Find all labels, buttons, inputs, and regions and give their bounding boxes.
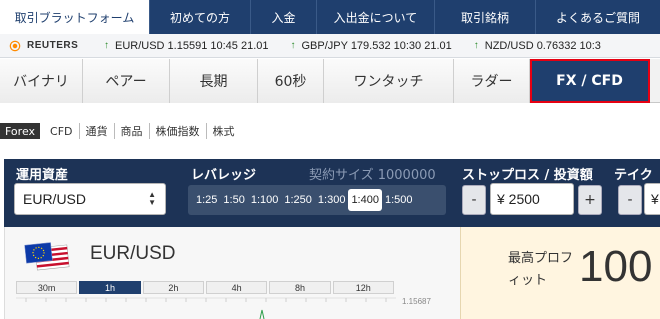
- ticker-quote[interactable]: ↑ GBP/JPY 179.532 10:30 21.01: [291, 40, 452, 52]
- ticker-quote-text: EUR/USD 1.15591 10:45 21.01: [115, 39, 269, 52]
- asset-select[interactable]: EUR/USD ▲ ▼: [14, 183, 166, 215]
- asset-label: 運用資産: [16, 168, 69, 183]
- leverage-option[interactable]: 1:100: [248, 189, 282, 211]
- filter-cfd[interactable]: CFD: [44, 123, 80, 139]
- stoploss-increase-button[interactable]: +: [578, 185, 602, 215]
- filter-indices[interactable]: 株価指数: [150, 123, 207, 139]
- arrow-up-icon: ↑: [290, 40, 296, 51]
- chart-price-label: 1.15687: [402, 297, 431, 306]
- leverage-option[interactable]: 1:300: [315, 189, 349, 211]
- top-nav: 取引ブラットフォーム 初めての方 入金 入出金について 取引銘柄 よくあるご質問: [0, 0, 660, 34]
- tab-binary[interactable]: バイナリ: [0, 59, 83, 103]
- filter-commodities[interactable]: 商品: [115, 123, 150, 139]
- max-profit-value: 100: [579, 242, 653, 291]
- leverage-selector: 1:25 1:50 1:100 1:250 1:300 1:400 1:500: [188, 185, 446, 215]
- takeprofit-label: テイク: [614, 168, 653, 183]
- nav-item-deposit[interactable]: 入金: [251, 0, 317, 34]
- tab-fx-cfd[interactable]: FX / CFD: [530, 59, 650, 103]
- select-caret-icon: ▲ ▼: [148, 190, 156, 207]
- max-profit-label: 最高プロフィット: [508, 251, 574, 288]
- leverage-option[interactable]: 1:500: [382, 189, 416, 211]
- category-filters: Forex CFD 通貨 商品 株価指数 株式: [0, 122, 241, 140]
- nav-item-instruments[interactable]: 取引銘柄: [435, 0, 536, 34]
- filter-stocks[interactable]: 株式: [207, 123, 241, 139]
- timeframe-option-selected[interactable]: 1h: [79, 281, 141, 294]
- timeframe-option[interactable]: 4h: [205, 281, 268, 294]
- tab-ladder[interactable]: ラダー: [454, 59, 530, 103]
- arrow-up-icon: ↑: [473, 40, 479, 51]
- nav-item-deposit-withdrawal[interactable]: 入出金について: [317, 0, 435, 34]
- takeprofit-decrease-button[interactable]: -: [618, 185, 642, 215]
- timeframe-option[interactable]: 12h: [332, 281, 394, 294]
- eu-us-flag-icon: [24, 242, 70, 271]
- ticker-quote[interactable]: ↑ NZD/USD 0.76332 10:3: [474, 40, 601, 52]
- stoploss-input[interactable]: ¥ 2500: [490, 183, 574, 215]
- ticker-quote[interactable]: ↑ EUR/USD 1.15591 10:45 21.01: [104, 40, 269, 52]
- takeprofit-input[interactable]: ¥: [644, 183, 660, 215]
- tab-60-seconds[interactable]: 60秒: [258, 59, 324, 103]
- reuters-dots-icon: [8, 38, 22, 53]
- leverage-option-selected[interactable]: 1:400: [348, 189, 382, 211]
- timeframe-option[interactable]: 8h: [269, 281, 331, 294]
- arrow-up-icon: ↑: [104, 40, 109, 51]
- asset-select-value: EUR/USD: [23, 191, 87, 207]
- product-tabs: バイナリ ペアー 長期 60秒 ワンタッチ ラダー FX / CFD: [0, 59, 660, 103]
- tab-pair[interactable]: ペアー: [83, 59, 170, 103]
- tab-one-touch[interactable]: ワンタッチ: [324, 59, 454, 103]
- nav-item-platform[interactable]: 取引ブラットフォーム: [0, 0, 150, 34]
- leverage-option[interactable]: 1:50: [220, 189, 247, 211]
- ticker-quote-text: GBP/JPY 179.532 10:30 21.01: [301, 39, 452, 52]
- trade-panel: 運用資産 EUR/USD ▲ ▼ レバレッジ 契約サイズ 1000000 1:25…: [4, 159, 660, 227]
- reuters-brand: REUTERS: [27, 40, 79, 51]
- timeframe-selector: 30m 1h 2h 4h 8h 12h: [16, 281, 396, 295]
- price-chart[interactable]: [16, 296, 396, 319]
- leverage-label: レバレッジ: [191, 168, 257, 183]
- nav-item-faq[interactable]: よくあるご質問: [536, 0, 660, 34]
- timeframe-option[interactable]: 30m: [16, 281, 78, 294]
- instrument-title: EUR/USD: [90, 243, 176, 264]
- filter-currency[interactable]: 通貨: [80, 123, 115, 139]
- filter-forex[interactable]: Forex: [0, 123, 41, 139]
- nav-item-beginners[interactable]: 初めての方: [150, 0, 251, 34]
- quote-ticker: REUTERS ↑ EUR/USD 1.15591 10:45 21.01 ↑ …: [0, 34, 660, 58]
- tab-long-term[interactable]: 長期: [170, 59, 258, 103]
- leverage-option[interactable]: 1:250: [281, 189, 315, 211]
- stoploss-decrease-button[interactable]: -: [462, 185, 486, 215]
- ticker-quote-text: NZD/USD 0.76332 10:3: [484, 39, 601, 52]
- contract-size: 契約サイズ 1000000: [309, 168, 436, 183]
- timeframe-option[interactable]: 2h: [142, 281, 204, 294]
- leverage-option[interactable]: 1:25: [193, 189, 220, 211]
- reuters-logo: REUTERS: [0, 38, 104, 53]
- stoploss-label: ストップロス / 投資額: [462, 168, 593, 183]
